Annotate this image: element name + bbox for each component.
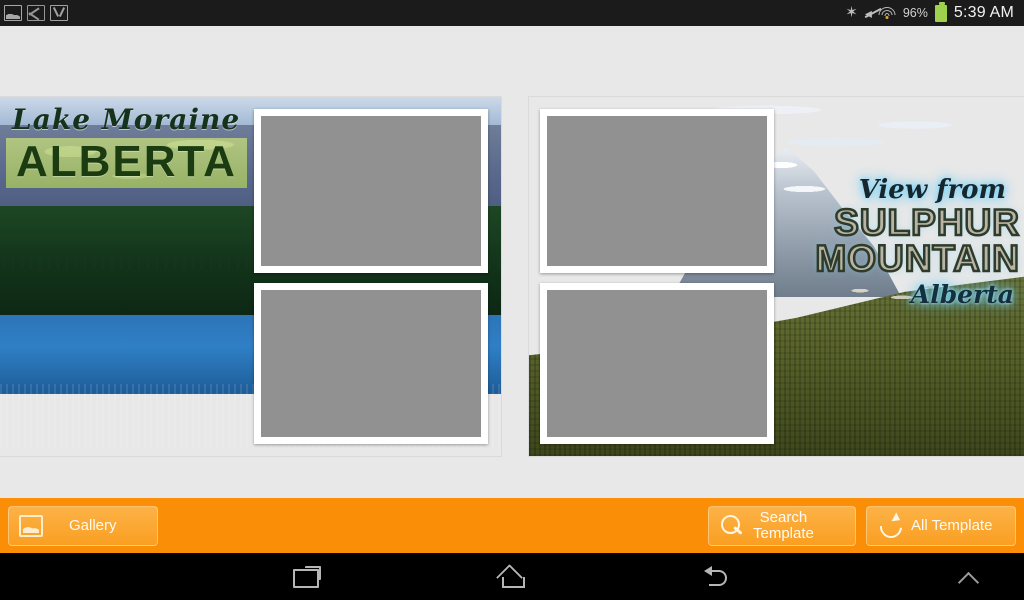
battery-percent-label: 96% [902, 6, 928, 20]
status-bar: ✶ ◂ 96% 5:39 AM [0, 0, 1024, 26]
gallery-icon [19, 514, 43, 537]
photo-slot[interactable] [540, 109, 774, 273]
photo-slot[interactable] [254, 109, 488, 273]
status-bar-system: ✶ ◂ 96% 5:39 AM [845, 1, 1014, 22]
home-icon [497, 566, 527, 588]
bluetooth-icon: ✶ [845, 4, 858, 21]
nav-button-home[interactable] [410, 566, 615, 588]
photo-slot[interactable] [540, 283, 774, 444]
gmail-notification-icon [50, 5, 68, 21]
wifi-icon [878, 6, 896, 20]
photo-notification-icon [4, 5, 22, 21]
gallery-button[interactable]: Gallery [8, 505, 158, 546]
volume-mute-icon: ◂ [864, 5, 872, 21]
photo-slot[interactable] [254, 283, 488, 444]
back-icon [703, 565, 731, 588]
email-notification-icon [27, 5, 45, 21]
status-bar-clock: 5:39 AM [953, 4, 1014, 21]
template-gallery-area: Lake Moraine ALBERTA View from SULPHUR M… [0, 26, 1024, 498]
search-icon [719, 514, 745, 538]
template-card-sulphur-mountain[interactable]: View from SULPHUR MOUNTAIN Alberta [529, 97, 1024, 456]
village-texture [835, 276, 956, 311]
template-card-lake-moraine[interactable]: Lake Moraine ALBERTA [0, 97, 501, 456]
gallery-button-label: Gallery [69, 516, 117, 534]
android-navigation-bar [0, 553, 1024, 600]
refresh-icon [877, 514, 903, 538]
all-template-button-label: All Template [911, 516, 993, 534]
recents-icon [293, 565, 322, 588]
nav-expand-button[interactable] [956, 569, 986, 585]
search-template-button-label: Search Template [753, 508, 814, 542]
all-template-button[interactable]: All Template [866, 505, 1016, 546]
status-bar-notifications [4, 5, 68, 21]
bottom-toolbar: Gallery Search Template All Template [0, 498, 1024, 553]
nav-button-recents[interactable] [205, 565, 410, 588]
nav-button-back[interactable] [614, 565, 819, 588]
battery-icon [934, 1, 947, 22]
search-template-button[interactable]: Search Template [708, 505, 856, 546]
